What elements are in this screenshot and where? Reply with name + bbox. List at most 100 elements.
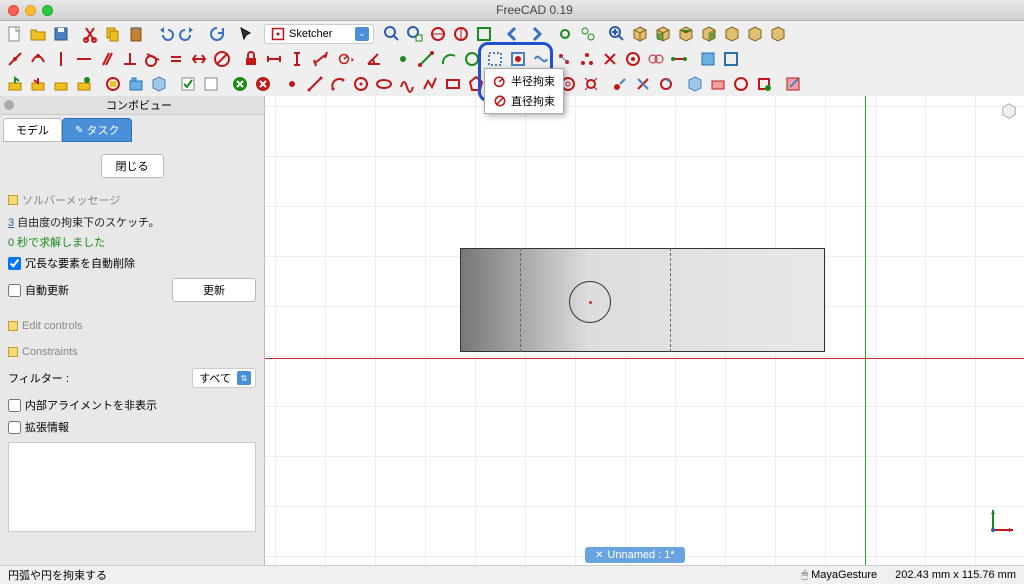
zoom-fit-icon[interactable] (381, 23, 403, 45)
constr-hdist-icon[interactable] (263, 48, 285, 70)
link-icon[interactable] (554, 23, 576, 45)
view-left-icon[interactable] (767, 23, 789, 45)
view-top-icon[interactable] (675, 23, 697, 45)
part-icon[interactable] (102, 73, 124, 95)
minimize-window[interactable] (25, 5, 36, 16)
undo-icon[interactable] (154, 23, 176, 45)
sk-ellipse-icon[interactable] (373, 73, 395, 95)
close-tab-icon[interactable]: ✕ (595, 550, 603, 561)
copy-icon[interactable] (102, 23, 124, 45)
pointer-icon[interactable] (235, 23, 257, 45)
auto-update-checkbox[interactable] (8, 284, 21, 297)
save-icon[interactable] (50, 23, 72, 45)
check-icon[interactable] (177, 73, 199, 95)
nav-fwd-icon[interactable] (525, 23, 547, 45)
cross-icon[interactable] (229, 73, 251, 95)
sk-arc-icon[interactable] (327, 73, 349, 95)
misc-1-icon[interactable] (697, 48, 719, 70)
sk-polyline-icon[interactable] (419, 73, 441, 95)
constr-vdist-icon[interactable] (286, 48, 308, 70)
dock-handle-icon[interactable] (4, 100, 14, 110)
misc-2-icon[interactable] (720, 48, 742, 70)
constr-lock-icon[interactable] (240, 48, 262, 70)
filter-select[interactable]: すべて ⇅ (192, 368, 256, 388)
tab-model[interactable]: モデル (3, 118, 62, 142)
3d-view[interactable]: ✕ Unnamed : 1* (265, 96, 1024, 565)
sketch-circle-center[interactable] (589, 301, 592, 304)
geom-ref9-icon[interactable] (668, 48, 690, 70)
sk-tool3-icon[interactable] (655, 73, 677, 95)
constr-tangent-icon[interactable] (142, 48, 164, 70)
constr-length-icon[interactable] (309, 48, 331, 70)
constr-equal-icon[interactable] (165, 48, 187, 70)
constr-pointon-icon[interactable] (27, 48, 49, 70)
constr-block-icon[interactable] (211, 48, 233, 70)
refresh-icon[interactable] (206, 23, 228, 45)
view-bottom-icon[interactable] (744, 23, 766, 45)
sk-bspline-icon[interactable] (396, 73, 418, 95)
update-button[interactable]: 更新 (172, 278, 256, 302)
nav-style[interactable]: 🖱 MayaGesture (801, 569, 877, 582)
constr-horizontal-icon[interactable] (73, 48, 95, 70)
tab-task[interactable]: タスク (62, 118, 132, 142)
geom-point-icon[interactable] (392, 48, 414, 70)
link2-icon[interactable] (577, 23, 599, 45)
constraints-list[interactable] (8, 442, 256, 532)
geom-ref8-icon[interactable] (645, 48, 667, 70)
geom-arc-icon[interactable] (438, 48, 460, 70)
sk-external-icon[interactable] (580, 73, 602, 95)
sk-view3-icon[interactable] (730, 73, 752, 95)
zoom-in-icon[interactable] (606, 23, 628, 45)
constr-perpendicular-icon[interactable] (119, 48, 141, 70)
constr-parallel-icon[interactable] (96, 48, 118, 70)
nav-back-icon[interactable] (502, 23, 524, 45)
geom-ref5-icon[interactable] (576, 48, 598, 70)
constr-angle-icon[interactable] (363, 48, 385, 70)
macro-list-icon[interactable] (50, 73, 72, 95)
new-icon[interactable] (4, 23, 26, 45)
geom-ref1-icon[interactable] (484, 48, 506, 70)
close-window[interactable] (8, 5, 19, 16)
sk-line-icon[interactable] (304, 73, 326, 95)
solid-face[interactable] (460, 248, 825, 352)
stop-icon[interactable] (252, 73, 274, 95)
constr-symmetric-icon[interactable] (188, 48, 210, 70)
zoom-sel-icon[interactable] (404, 23, 426, 45)
radius-constraint-item[interactable]: 半径拘束 (489, 71, 559, 91)
macro-rec-icon[interactable] (4, 73, 26, 95)
bbox-icon[interactable] (473, 23, 495, 45)
nav-cube-icon[interactable] (1000, 102, 1018, 120)
geom-ref6-icon[interactable] (599, 48, 621, 70)
macro-run-icon[interactable] (73, 73, 95, 95)
hide-alignment-checkbox[interactable] (8, 399, 21, 412)
sk-tool1-icon[interactable] (609, 73, 631, 95)
group2-icon[interactable] (148, 73, 170, 95)
open-icon[interactable] (27, 23, 49, 45)
paste-icon[interactable] (125, 23, 147, 45)
edge-1[interactable] (520, 248, 521, 352)
geom-ref3-icon[interactable] (530, 48, 552, 70)
solver-section-head[interactable]: ソルバーメッセージ (8, 188, 256, 212)
geom-ref4-icon[interactable] (553, 48, 575, 70)
editcontrols-section-head[interactable]: Edit controls (8, 316, 256, 336)
close-button[interactable]: 閉じる (101, 154, 164, 178)
geom-ref7-icon[interactable] (622, 48, 644, 70)
edge-2[interactable] (670, 248, 671, 352)
group-icon[interactable] (125, 73, 147, 95)
constraints-section-head[interactable]: Constraints (8, 342, 256, 362)
extended-checkbox[interactable] (8, 421, 21, 434)
drawstyle-icon[interactable] (427, 23, 449, 45)
sk-rect-icon[interactable] (442, 73, 464, 95)
constr-vertical-icon[interactable] (50, 48, 72, 70)
document-tab[interactable]: ✕ Unnamed : 1* (585, 547, 685, 563)
constr-coincident-icon[interactable] (4, 48, 26, 70)
view-front-icon[interactable] (652, 23, 674, 45)
view-right-icon[interactable] (698, 23, 720, 45)
auto-remove-checkbox[interactable] (8, 257, 21, 270)
drawstyle2-icon[interactable] (450, 23, 472, 45)
view-iso-icon[interactable] (629, 23, 651, 45)
zoom-window[interactable] (42, 5, 53, 16)
view-back-icon[interactable] (721, 23, 743, 45)
geom-line-icon[interactable] (415, 48, 437, 70)
geom-circle-icon[interactable] (461, 48, 483, 70)
